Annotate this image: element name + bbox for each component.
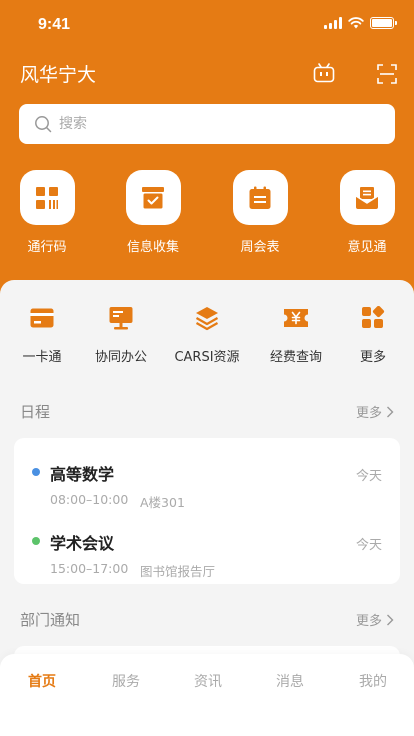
event-dot: [32, 537, 40, 545]
layers-icon: [195, 307, 219, 331]
app-title: 风华宁大: [20, 64, 97, 86]
schedule-item[interactable]: 高等数学 今天 08:00–10:00 A楼301: [14, 446, 400, 510]
notices-title: 部门通知: [20, 611, 81, 629]
event-place: 图书馆报告厅: [140, 564, 216, 579]
event-place: A楼301: [140, 495, 185, 510]
chevron-right-icon: [387, 406, 394, 417]
feedback-mail-icon: [355, 186, 379, 209]
calendar-icon: [249, 186, 271, 209]
event-name: 学术会议: [50, 534, 115, 553]
service-label: CARSI资源: [174, 350, 240, 365]
service-label: 一卡通: [22, 350, 62, 365]
event-name: 高等数学: [50, 465, 115, 484]
tab-services[interactable]: 服务: [96, 671, 156, 691]
schedule-title: 日程: [20, 403, 51, 421]
tab-news[interactable]: 资讯: [178, 671, 238, 691]
robot-icon[interactable]: [313, 63, 335, 83]
tab-messages[interactable]: 消息: [260, 671, 320, 691]
quick-action-collect[interactable]: 信息收集: [118, 170, 188, 255]
service-funds[interactable]: 经费查询: [261, 302, 331, 365]
tab-bar: 首页 服务 资讯 消息 我的: [0, 654, 414, 736]
status-time: 9:41: [38, 16, 71, 33]
quick-action-pass-code[interactable]: 通行码: [12, 170, 82, 255]
ticket-yuan-icon: [284, 309, 308, 327]
event-time: 08:00–10:00: [50, 492, 129, 507]
service-one-card[interactable]: 一卡通: [7, 302, 77, 365]
quick-action-label: 意见通: [347, 240, 387, 255]
tab-home[interactable]: 首页: [12, 671, 72, 691]
quick-action-label: 周会表: [240, 240, 280, 255]
status-bar: 9:41: [0, 0, 414, 52]
card-icon: [30, 308, 54, 328]
schedule-more-link[interactable]: 更多: [356, 402, 394, 421]
quick-action-feedback[interactable]: 意见通: [332, 170, 402, 255]
grid-more-icon: [362, 306, 385, 328]
signal-icon: [324, 17, 342, 29]
search-icon: [35, 116, 52, 133]
service-label: 经费查询: [269, 350, 322, 365]
schedule-item[interactable]: 学术会议 今天 15:00–17:00 图书馆报告厅: [14, 515, 400, 579]
quick-action-label: 信息收集: [126, 240, 179, 255]
service-label: 协同办公: [94, 350, 147, 365]
notices-more-link[interactable]: 更多: [356, 610, 394, 629]
quick-action-label: 通行码: [27, 240, 67, 255]
collect-box-icon: [142, 186, 164, 208]
monitor-icon: [109, 307, 133, 330]
battery-icon: [370, 17, 397, 29]
quick-action-calendar[interactable]: 周会表: [225, 170, 295, 255]
chevron-right-icon: [387, 614, 394, 625]
service-more[interactable]: 更多: [338, 302, 408, 365]
pass-code-icon: [36, 186, 58, 209]
event-dot: [32, 468, 40, 476]
service-office[interactable]: 协同办公: [86, 302, 156, 365]
search-input[interactable]: [59, 104, 379, 144]
scan-icon[interactable]: [377, 64, 397, 84]
more-label: 更多: [355, 406, 382, 421]
event-day: 今天: [355, 469, 382, 484]
tab-profile[interactable]: 我的: [343, 671, 403, 691]
service-label: 更多: [359, 350, 386, 365]
event-day: 今天: [355, 538, 382, 553]
more-label: 更多: [355, 614, 382, 629]
event-time: 15:00–17:00: [50, 561, 129, 576]
schedule-card: 高等数学 今天 08:00–10:00 A楼301 学术会议 今天 15:00–…: [14, 438, 400, 584]
search-bar[interactable]: [19, 104, 395, 144]
wifi-icon: [348, 17, 364, 29]
service-carsi[interactable]: CARSI资源: [172, 302, 242, 365]
